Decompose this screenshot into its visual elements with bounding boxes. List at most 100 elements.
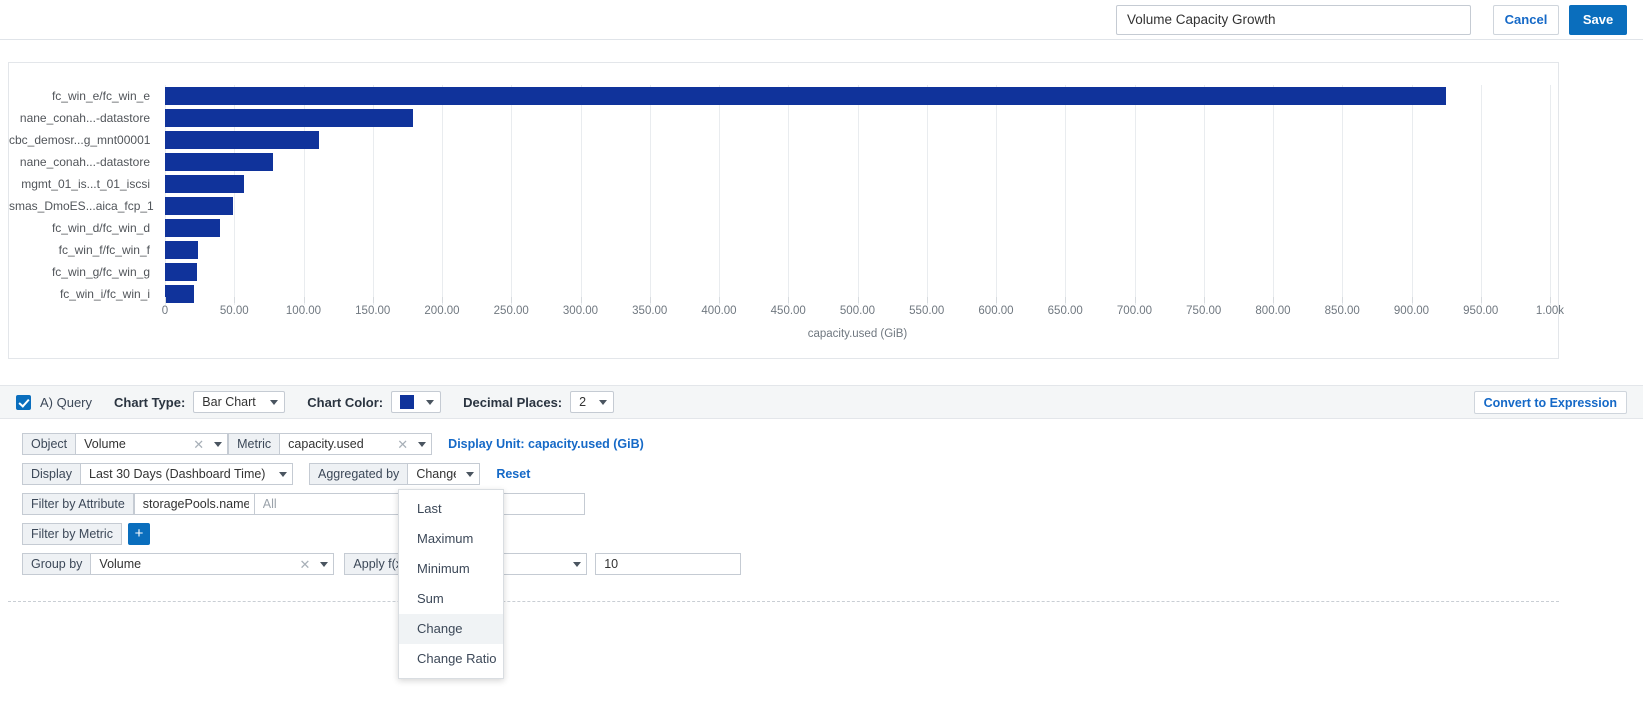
chart-x-tick-label: 550.00 xyxy=(909,305,944,317)
chart-x-tick-label: 100.00 xyxy=(286,305,321,317)
chart-category-label: fc_win_e/fc_win_e xyxy=(9,85,157,107)
chart-x-tick-mark xyxy=(165,297,166,303)
chart-bar-row xyxy=(165,85,1550,107)
chart-plot-area xyxy=(165,85,1550,305)
chevron-down-icon xyxy=(426,400,434,405)
display-value-box[interactable]: Last 30 Days (Dashboard Time) xyxy=(81,463,293,485)
chart-bar[interactable] xyxy=(165,285,194,303)
decimal-places-value: 2 xyxy=(579,395,586,409)
chart-x-tick-mark xyxy=(788,297,789,303)
chart-x-tick-label: 700.00 xyxy=(1117,305,1152,317)
chart-x-tick-mark xyxy=(373,297,374,303)
chart-x-tick-mark xyxy=(1481,297,1482,303)
object-field[interactable]: Object Volume ✕ xyxy=(22,433,228,455)
chart-type-select[interactable]: Bar Chart xyxy=(193,391,285,413)
chart-x-tick-label: 50.00 xyxy=(220,305,249,317)
chart-bar-row xyxy=(165,173,1550,195)
chart-bar[interactable] xyxy=(165,131,319,149)
chevron-down-icon xyxy=(270,400,278,405)
chart-gridline xyxy=(1550,85,1551,305)
chart-x-tick-label: 900.00 xyxy=(1394,305,1429,317)
color-swatch xyxy=(400,395,414,409)
clear-icon[interactable]: ✕ xyxy=(193,438,204,451)
display-field[interactable]: Display Last 30 Days (Dashboard Time) xyxy=(22,463,293,485)
chart-x-tick-mark xyxy=(1550,297,1551,303)
save-button[interactable]: Save xyxy=(1569,5,1627,35)
limit-input[interactable]: 10 xyxy=(595,553,741,575)
filter-metric-label: Filter by Metric xyxy=(22,523,122,545)
object-value-box[interactable]: Volume ✕ xyxy=(76,433,228,455)
chevron-down-icon xyxy=(573,562,581,567)
query-options-bar: A) Query Chart Type: Bar Chart Chart Col… xyxy=(0,385,1643,419)
header-bar: Cancel Save xyxy=(0,0,1643,40)
display-unit-link[interactable]: Display Unit: capacity.used (GiB) xyxy=(448,437,644,451)
aggregated-by-menu-item[interactable]: Maximum xyxy=(399,524,503,554)
chart-bar[interactable] xyxy=(165,175,244,193)
chart-bar[interactable] xyxy=(165,197,233,215)
aggregated-by-label: Aggregated by xyxy=(309,463,408,485)
chart-color-select[interactable] xyxy=(391,391,441,413)
chevron-down-icon xyxy=(599,400,607,405)
aggregated-by-value-box[interactable]: Change xyxy=(408,463,480,485)
aggregated-by-value: Change xyxy=(416,467,456,481)
widget-title-input[interactable] xyxy=(1116,5,1471,35)
chart-x-axis-title: capacity.used (GiB) xyxy=(165,328,1550,340)
chart-category-label: smas_DmoES...aica_fcp_1 xyxy=(9,195,157,217)
chart-category-label: fc_win_d/fc_win_d xyxy=(9,217,157,239)
chart-type-value: Bar Chart xyxy=(202,395,256,409)
chart-x-tick-mark xyxy=(719,297,720,303)
chart-x-tick-mark xyxy=(1273,297,1274,303)
chart-x-tick-mark xyxy=(1204,297,1205,303)
chart-x-tick-mark xyxy=(1135,297,1136,303)
cancel-button[interactable]: Cancel xyxy=(1493,5,1559,35)
chart-bar[interactable] xyxy=(165,87,1446,105)
aggregated-by-menu-item[interactable]: Last xyxy=(399,494,503,524)
chart-x-tick-label: 500.00 xyxy=(840,305,875,317)
aggregated-by-menu[interactable]: LastMaximumMinimumSumChangeChange Ratio xyxy=(398,489,504,679)
group-by-value-box[interactable]: Volume ✕ xyxy=(91,553,334,575)
object-label: Object xyxy=(22,433,76,455)
chart-category-axis: fc_win_e/fc_win_enane_conah...-datastore… xyxy=(9,85,157,305)
aggregated-by-menu-item[interactable]: Sum xyxy=(399,584,503,614)
chart-bar[interactable] xyxy=(165,263,197,281)
chart-bar-row xyxy=(165,151,1550,173)
metric-field[interactable]: Metric capacity.used ✕ xyxy=(228,433,432,455)
decimal-places-select[interactable]: 2 xyxy=(570,391,614,413)
convert-to-expression-button[interactable]: Convert to Expression xyxy=(1474,391,1627,414)
group-by-field[interactable]: Group by Volume ✕ xyxy=(22,553,334,575)
group-by-row: Group by Volume ✕ Apply f(x) 10 xyxy=(22,553,741,575)
chart-bars xyxy=(165,85,1550,305)
metric-label: Metric xyxy=(228,433,280,455)
chart-x-tick-label: 400.00 xyxy=(701,305,736,317)
chart-bar[interactable] xyxy=(165,109,413,127)
chart-bar[interactable] xyxy=(165,219,220,237)
chart-x-tick-label: 150.00 xyxy=(355,305,390,317)
chart-x-tick-label: 850.00 xyxy=(1325,305,1360,317)
metric-value-box[interactable]: capacity.used ✕ xyxy=(280,433,432,455)
chart-x-tick-mark xyxy=(996,297,997,303)
object-metric-row: Object Volume ✕ Metric capacity.used ✕ xyxy=(22,433,741,455)
aggregated-by-menu-item[interactable]: Change xyxy=(399,614,503,644)
clear-icon[interactable]: ✕ xyxy=(397,438,408,451)
query-enabled-checkbox[interactable] xyxy=(16,395,31,410)
clear-icon[interactable]: ✕ xyxy=(300,558,311,571)
reset-link[interactable]: Reset xyxy=(496,467,530,481)
chart-x-tick-mark xyxy=(234,297,235,303)
filter-attribute-name-box[interactable]: storagePools.name xyxy=(134,493,255,515)
chart-bar[interactable] xyxy=(165,153,273,171)
chart-x-tick-mark xyxy=(304,297,305,303)
aggregated-by-menu-item[interactable]: Change Ratio xyxy=(399,644,503,674)
chart-bar-row xyxy=(165,217,1550,239)
add-metric-filter-button[interactable]: + xyxy=(128,523,150,545)
filter-by-metric-row: Filter by Metric + xyxy=(22,523,741,545)
chart-type-label: Chart Type: xyxy=(114,395,185,410)
chart-bar[interactable] xyxy=(165,241,198,259)
chart-category-label: fc_win_f/fc_win_f xyxy=(9,239,157,261)
chart-bar-row xyxy=(165,107,1550,129)
chart-x-tick-label: 750.00 xyxy=(1186,305,1221,317)
chart-bar-row xyxy=(165,195,1550,217)
aggregated-by-menu-item[interactable]: Minimum xyxy=(399,554,503,584)
chart-x-tick-label: 200.00 xyxy=(424,305,459,317)
chart-x-tick-mark xyxy=(927,297,928,303)
aggregated-by-field[interactable]: Aggregated by Change xyxy=(309,463,480,485)
